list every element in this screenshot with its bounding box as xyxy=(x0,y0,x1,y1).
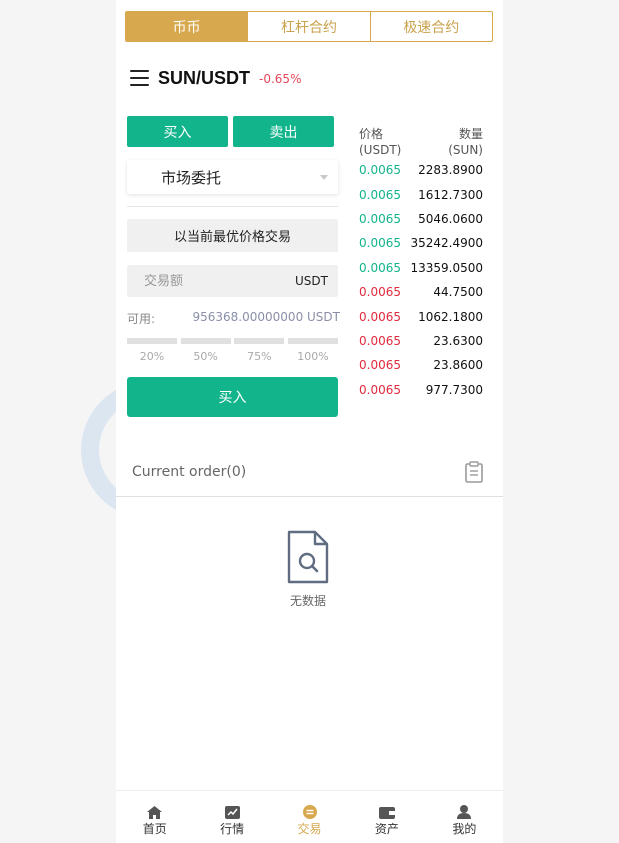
nav-label: 行情 xyxy=(220,822,245,836)
nav-label: 我的 xyxy=(452,822,477,836)
percent-bar-20[interactable] xyxy=(127,338,177,344)
orderbook-qty: 1612.7300 xyxy=(418,187,483,202)
clipboard-icon[interactable] xyxy=(464,461,484,483)
divider xyxy=(127,206,338,207)
orderbook-price: 0.0065 xyxy=(359,260,401,275)
orderbook-qty: 977.7300 xyxy=(425,382,483,397)
market-tabs: 币币 杠杆合约 极速合约 xyxy=(125,11,493,42)
orderbook-price: 0.0065 xyxy=(359,382,401,397)
bottom-nav: 首页 行情 交易 资产 我的 xyxy=(116,790,503,843)
home-icon xyxy=(147,805,163,819)
percent-option[interactable]: 20% xyxy=(127,350,177,363)
percent-slider[interactable] xyxy=(127,338,338,344)
tab-spot[interactable]: 币币 xyxy=(126,12,248,41)
order-type-select[interactable]: 市场委托 xyxy=(127,160,338,194)
no-data-icon xyxy=(287,530,329,584)
orderbook-price: 0.0065 xyxy=(359,187,401,202)
percent-bar-100[interactable] xyxy=(287,338,338,344)
amount-unit: USDT xyxy=(295,274,328,288)
orderbook-row[interactable]: 0.0065 23.8600 xyxy=(359,353,483,377)
nav-label: 交易 xyxy=(297,822,322,836)
orderbook-qty: 5046.0600 xyxy=(418,211,483,226)
divider xyxy=(116,496,503,497)
best-price-field: 以当前最优价格交易 xyxy=(127,219,338,252)
orderbook-list: 0.0065 2283.8900 0.0065 1612.7300 0.0065 50… xyxy=(359,158,483,402)
percent-bar-50[interactable] xyxy=(180,338,231,344)
nav-home[interactable]: 首页 xyxy=(116,791,193,843)
submit-buy-button[interactable]: 买入 xyxy=(127,377,338,417)
available-label: 可用: xyxy=(127,312,156,326)
price-header: 价格 xyxy=(359,127,384,141)
orderbook-row[interactable]: 0.0065 1062.1800 xyxy=(359,304,483,328)
orderbook-header: 价格 数量 (USDT) (SUN) xyxy=(359,126,483,158)
tab-leverage[interactable]: 杠杆合约 xyxy=(247,12,369,41)
orderbook-row[interactable]: 0.0065 1612.7300 xyxy=(359,182,483,206)
orderbook-price: 0.0065 xyxy=(359,211,401,226)
orderbook-price: 0.0065 xyxy=(359,163,401,178)
percent-option[interactable]: 100% xyxy=(288,350,338,363)
nav-label: 首页 xyxy=(142,822,167,836)
price-unit: (USDT) xyxy=(359,143,402,157)
orderbook-price: 0.0065 xyxy=(359,285,401,300)
orderbook-price: 0.0065 xyxy=(359,333,401,348)
trade-icon xyxy=(302,805,318,819)
available-balance: 可用: 956368.00000000 USDT xyxy=(127,310,340,327)
percent-option[interactable]: 50% xyxy=(181,350,231,363)
orderbook-qty: 1062.1800 xyxy=(418,309,483,324)
user-icon xyxy=(456,805,472,819)
percent-labels: 20% 50% 75% 100% xyxy=(127,350,338,363)
orderbook-row[interactable]: 0.0065 2283.8900 xyxy=(359,158,483,182)
empty-state: 无数据 xyxy=(278,530,338,609)
pair-change: -0.65% xyxy=(259,72,302,86)
chart-icon xyxy=(224,805,240,819)
orderbook-price: 0.0065 xyxy=(359,236,401,251)
nav-trade[interactable]: 交易 xyxy=(271,791,348,843)
nav-market[interactable]: 行情 xyxy=(193,791,270,843)
orderbook-price: 0.0065 xyxy=(359,309,401,324)
buy-tab-button[interactable]: 买入 xyxy=(127,116,228,147)
orderbook-row[interactable]: 0.0065 44.7500 xyxy=(359,280,483,304)
order-type-value: 市场委托 xyxy=(161,168,222,187)
amount-field: USDT xyxy=(127,265,338,297)
nav-mine[interactable]: 我的 xyxy=(426,791,503,843)
nav-assets[interactable]: 资产 xyxy=(348,791,425,843)
sell-tab-button[interactable]: 卖出 xyxy=(233,116,334,147)
orderbook-price: 0.0065 xyxy=(359,358,401,373)
wallet-icon xyxy=(378,805,395,819)
empty-text: 无数据 xyxy=(289,594,326,608)
orderbook-row[interactable]: 0.0065 35242.4900 xyxy=(359,231,483,255)
orderbook-qty: 13359.0500 xyxy=(410,260,483,275)
qty-header: 数量 xyxy=(458,127,483,141)
pair-header: SUN/USDT -0.65% xyxy=(130,66,301,90)
tab-fast-contract[interactable]: 极速合约 xyxy=(369,12,492,41)
percent-bar-75[interactable] xyxy=(234,338,285,344)
qty-unit: (SUN) xyxy=(448,143,483,157)
available-value: 956368.00000000 USDT xyxy=(192,310,341,324)
orderbook-qty: 44.7500 xyxy=(433,285,483,300)
pair-name[interactable]: SUN/USDT xyxy=(158,68,250,89)
buy-sell-toggle: 买入 卖出 xyxy=(127,116,334,147)
chevron-down-icon xyxy=(320,175,328,180)
nav-label: 资产 xyxy=(374,822,399,836)
percent-option[interactable]: 75% xyxy=(234,350,284,363)
orderbook-qty: 23.6300 xyxy=(433,333,483,348)
orderbook-row[interactable]: 0.0065 5046.0600 xyxy=(359,207,483,231)
orderbook-qty: 35242.4900 xyxy=(410,236,483,251)
orderbook-row[interactable]: 0.0065 13359.0500 xyxy=(359,256,483,280)
amount-input[interactable] xyxy=(144,273,264,289)
orderbook-qty: 2283.8900 xyxy=(418,163,483,178)
orderbook-qty: 23.8600 xyxy=(433,358,483,373)
orderbook-row[interactable]: 0.0065 977.7300 xyxy=(359,378,483,402)
menu-icon[interactable] xyxy=(130,70,149,86)
current-order-title: Current order(0) xyxy=(132,464,247,480)
orderbook-row[interactable]: 0.0065 23.6300 xyxy=(359,329,483,353)
trade-page: 币币 杠杆合约 极速合约 SUN/USDT -0.65% 买入 卖出 市场委托 … xyxy=(116,0,503,843)
